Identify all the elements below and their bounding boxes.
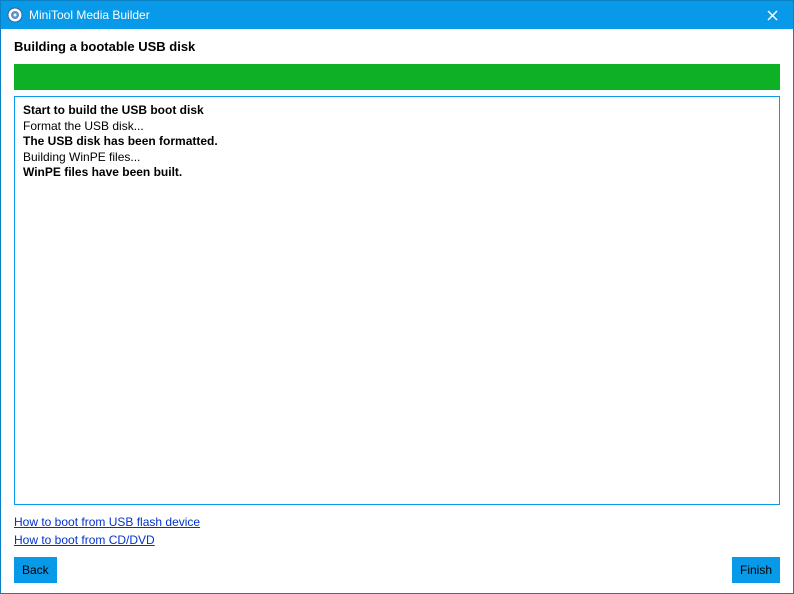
page-heading: Building a bootable USB disk [14,39,780,54]
help-links: How to boot from USB flash device How to… [14,513,780,549]
link-boot-usb[interactable]: How to boot from USB flash device [14,513,780,531]
app-window: MiniTool Media Builder Building a bootab… [0,0,794,594]
log-line: Format the USB disk... [23,119,771,135]
close-button[interactable] [757,1,787,29]
content-area: Building a bootable USB disk Start to bu… [1,29,793,593]
close-icon [767,10,778,21]
log-line: Start to build the USB boot disk [23,103,771,119]
finish-button[interactable]: Finish [732,557,780,583]
progress-bar [14,64,780,90]
log-line: The USB disk has been formatted. [23,134,771,150]
titlebar: MiniTool Media Builder [1,1,793,29]
link-boot-cd[interactable]: How to boot from CD/DVD [14,531,780,549]
footer-buttons: Back Finish [14,557,780,583]
app-icon [7,7,23,23]
back-button[interactable]: Back [14,557,57,583]
log-box: Start to build the USB boot disk Format … [14,96,780,505]
window-title: MiniTool Media Builder [29,8,757,22]
log-line: Building WinPE files... [23,150,771,166]
log-line: WinPE files have been built. [23,165,771,181]
